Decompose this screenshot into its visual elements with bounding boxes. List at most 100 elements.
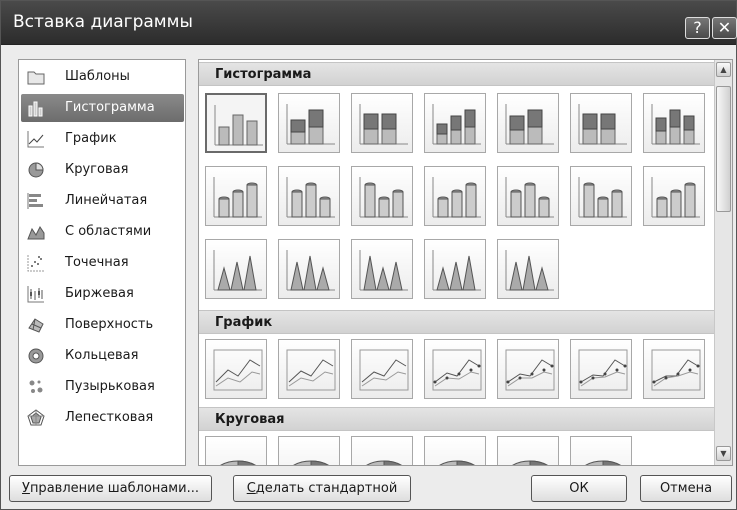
section-header-line: График <box>199 310 715 334</box>
scrollbar-thumb[interactable] <box>716 86 731 212</box>
chart-subtype-tile[interactable] <box>351 239 413 299</box>
sidebar-item-label: Кольцевая <box>65 348 139 363</box>
line-chart-thumbnail-icon <box>578 349 628 391</box>
sidebar-item-label: Поверхность <box>65 317 154 332</box>
line-chart-icon <box>27 131 44 148</box>
chart-subtype-tile[interactable] <box>205 93 267 153</box>
sidebar-item-stock[interactable]: Биржевая <box>21 280 184 308</box>
sidebar-item-label: С областями <box>65 224 152 239</box>
cone-chart-thumbnail-icon <box>359 250 408 291</box>
chart-subtype-tile[interactable] <box>570 436 632 465</box>
chart-subtype-tile[interactable] <box>424 166 486 226</box>
chart-subtype-tile[interactable] <box>205 166 267 226</box>
sidebar-item-label: Круговая <box>65 162 129 177</box>
chart-subtype-tile[interactable] <box>205 239 267 299</box>
sidebar-item-surface[interactable]: Поверхность <box>21 311 184 339</box>
chart-subtype-tile[interactable] <box>278 166 340 226</box>
chart-subtype-tile[interactable] <box>424 436 486 465</box>
chart-subtype-tile[interactable] <box>278 93 340 153</box>
sidebar-item-pie[interactable]: Круговая <box>21 156 184 184</box>
sidebar-item-area[interactable]: С областями <box>21 218 184 246</box>
chart-subtype-tile[interactable] <box>424 239 486 299</box>
chart-subtype-tile[interactable] <box>497 166 559 226</box>
chart-subtype-tile[interactable] <box>205 436 267 465</box>
chart-subtype-gallery: Гистограмма График Круговая ▲ ▼ <box>198 59 733 466</box>
line-chart-thumbnail-icon <box>213 349 263 391</box>
vertical-scrollbar[interactable]: ▲ ▼ <box>714 60 732 465</box>
chart-subtype-tile[interactable] <box>497 239 559 299</box>
sidebar-item-templates[interactable]: Шаблоны <box>21 63 184 91</box>
chart-subtype-tile[interactable] <box>643 93 705 153</box>
col-chart-thumbnail-icon <box>286 104 335 145</box>
col-chart-thumbnail-icon <box>505 104 554 145</box>
cone-chart-thumbnail-icon <box>213 250 262 291</box>
dialog-title: Вставка диаграммы <box>13 12 193 32</box>
col3d-chart-thumbnail-icon <box>286 177 335 218</box>
area-chart-icon <box>27 226 45 240</box>
sidebar-item-column[interactable]: Гистограмма <box>21 94 184 122</box>
chart-subtype-tile[interactable] <box>497 93 559 153</box>
stock-chart-icon <box>27 286 44 303</box>
chart-subtype-tile[interactable] <box>278 239 340 299</box>
help-button[interactable]: ? <box>685 17 710 39</box>
chart-subtype-tile[interactable] <box>497 436 559 465</box>
sidebar-item-line[interactable]: График <box>21 125 184 153</box>
chart-subtype-tile[interactable] <box>351 436 413 465</box>
chart-subtype-tile[interactable] <box>351 166 413 226</box>
sidebar-item-bubble[interactable]: Пузырьковая <box>21 373 184 401</box>
section-header-pie: Круговая <box>199 407 715 431</box>
chart-subtype-tile[interactable] <box>424 339 486 399</box>
cone-chart-thumbnail-icon <box>505 250 554 291</box>
title-bar: Вставка диаграммы ? ✕ <box>1 1 737 45</box>
line-chart-thumbnail-icon <box>359 349 409 391</box>
col-chart-thumbnail-icon <box>359 104 408 145</box>
bubble-chart-icon <box>29 380 43 393</box>
col3d-chart-thumbnail-icon <box>651 177 700 218</box>
pie-chart-thumbnail-icon <box>220 460 256 465</box>
pie-chart-thumbnail-icon <box>366 460 402 465</box>
chart-subtype-tile[interactable] <box>278 436 340 465</box>
sidebar-item-label: Шаблоны <box>65 69 130 84</box>
surface-chart-icon <box>28 318 44 333</box>
col-chart-thumbnail-icon <box>651 104 700 145</box>
col-chart-thumbnail-icon <box>578 104 627 145</box>
bar-chart-icon <box>27 193 43 209</box>
ok-button[interactable]: ОК <box>531 475 627 502</box>
cancel-button[interactable]: Отмена <box>640 475 732 502</box>
set-as-default-button[interactable]: Сделать стандартной <box>233 475 411 502</box>
doughnut-chart-icon <box>28 348 44 364</box>
sidebar-item-doughnut[interactable]: Кольцевая <box>21 342 184 370</box>
scroll-up-icon[interactable]: ▲ <box>716 62 731 77</box>
pie-chart-thumbnail-icon <box>585 460 621 465</box>
chart-subtype-tile[interactable] <box>497 339 559 399</box>
chart-subtype-tile[interactable] <box>570 339 632 399</box>
col-chart-thumbnail-icon <box>432 104 481 145</box>
chart-subtype-tile[interactable] <box>643 339 705 399</box>
chart-subtype-tile[interactable] <box>424 93 486 153</box>
col3d-chart-thumbnail-icon <box>213 177 262 218</box>
close-button[interactable]: ✕ <box>712 17 737 39</box>
column-chart-icon <box>28 101 43 117</box>
manage-templates-button[interactable]: Управление шаблонами... <box>9 475 212 502</box>
pie-chart-thumbnail-icon <box>293 460 329 465</box>
sidebar-item-label: Пузырьковая <box>65 379 155 394</box>
sidebar-item-radar[interactable]: Лепестковая <box>21 404 184 432</box>
chart-subtype-tile[interactable] <box>205 339 267 399</box>
chart-subtype-tile[interactable] <box>570 93 632 153</box>
insert-chart-dialog: Вставка диаграммы ? ✕ Шаблоны Гистограмм… <box>0 0 737 510</box>
scroll-down-icon[interactable]: ▼ <box>716 446 731 461</box>
chart-subtype-tile[interactable] <box>643 166 705 226</box>
sidebar-item-scatter[interactable]: Точечная <box>21 249 184 277</box>
chart-subtype-tile[interactable] <box>351 93 413 153</box>
chart-subtype-tile[interactable] <box>351 339 413 399</box>
chart-subtype-tile[interactable] <box>278 339 340 399</box>
chart-subtype-tile[interactable] <box>570 166 632 226</box>
col3d-chart-thumbnail-icon <box>578 177 627 218</box>
pie-chart-thumbnail-icon <box>512 460 548 465</box>
sidebar-item-bar[interactable]: Линейчатая <box>21 187 184 215</box>
line-chart-thumbnail-icon <box>505 349 555 391</box>
section-header-column: Гистограмма <box>199 62 715 86</box>
line-chart-thumbnail-icon <box>651 349 701 391</box>
sidebar-item-label: Гистограмма <box>65 100 155 115</box>
sidebar-item-label: Линейчатая <box>65 193 148 208</box>
